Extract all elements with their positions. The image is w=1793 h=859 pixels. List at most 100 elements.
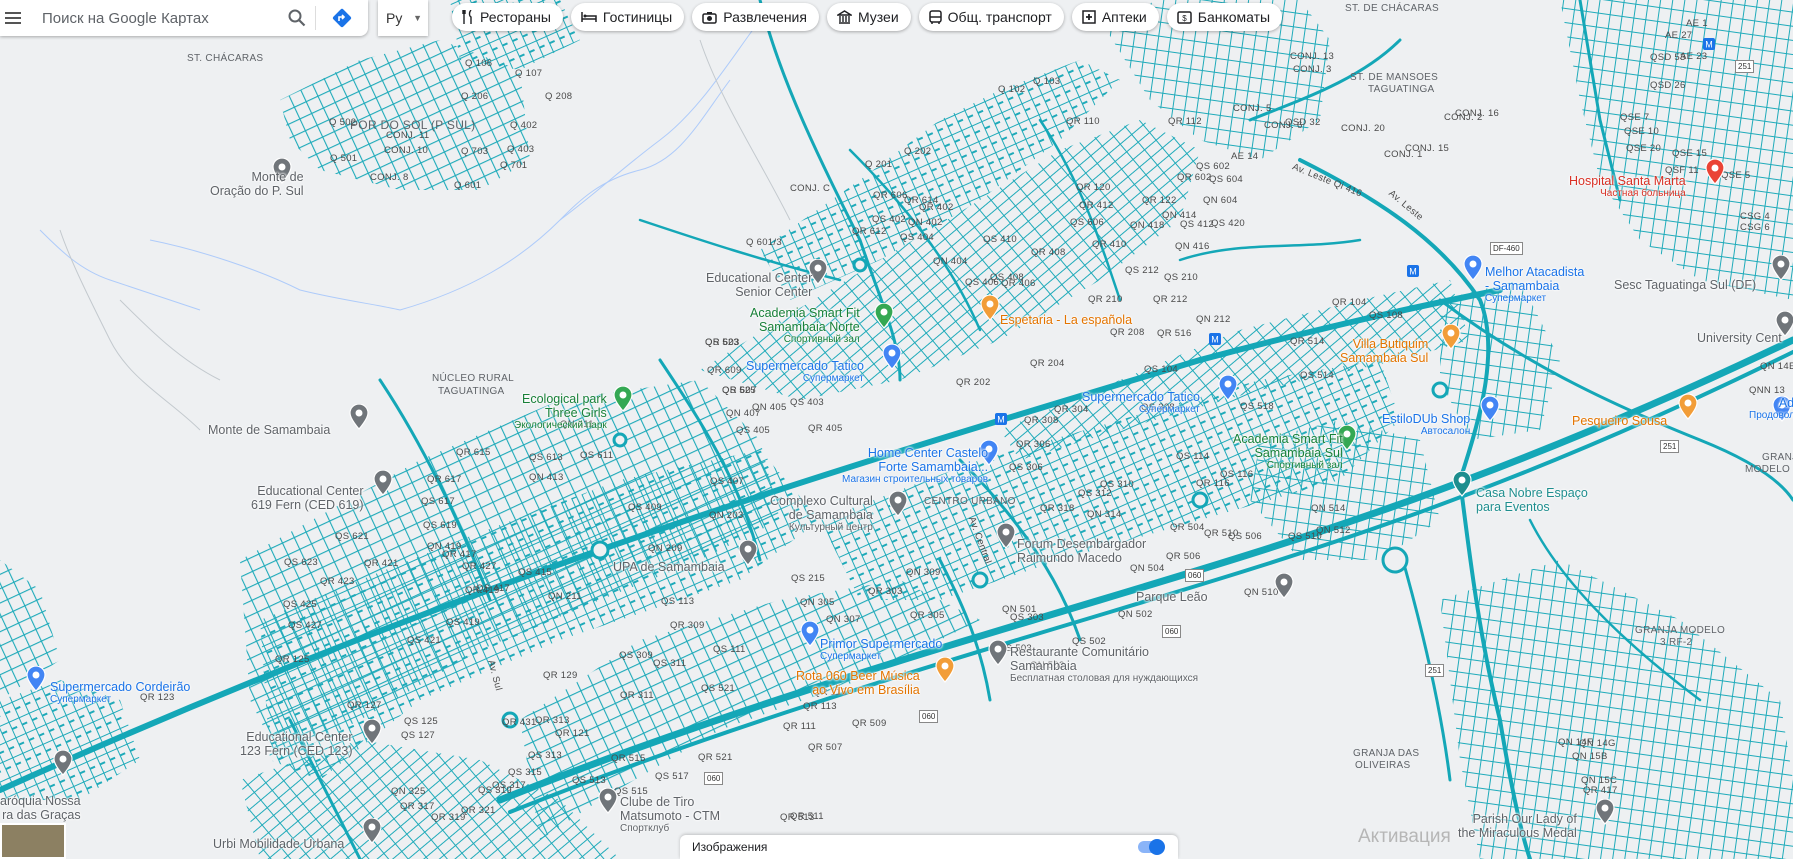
poi-label[interactable]: Villa Butiquim Samambaia Sul: [1340, 337, 1428, 365]
poi-category: Супермаркет: [802, 373, 864, 384]
poi-label[interactable]: Forum Desembargador Raimundo Macedo: [1017, 537, 1146, 565]
poi-label[interactable]: Monte de Samambaia: [208, 423, 330, 437]
place-pin-icon[interactable]: [362, 818, 382, 844]
poi-label[interactable]: Espetaria - La española: [1000, 313, 1132, 327]
road-label: QS 404: [900, 232, 935, 243]
road-label: AE 1: [1686, 18, 1708, 29]
poi-label[interactable]: Home Center Castelo Forte Samambaia... Маг…: [842, 446, 988, 485]
poi-label[interactable]: Clube de Tiro Matsumoto - CTM Спортклуб: [620, 795, 720, 834]
poi-label[interactable]: Monte de Oração do P. Sul: [210, 170, 304, 198]
place-pin-icon[interactable]: [349, 404, 369, 430]
poi-label[interactable]: University Cent: [1697, 331, 1782, 345]
poi-label[interactable]: Sesc Taguatinga Sul (DF): [1614, 278, 1756, 292]
pharmacy-icon: [1082, 10, 1096, 24]
poi-label[interactable]: Academia Smart Fit Samambaia Sul Спортивны…: [1233, 432, 1343, 471]
place-pin-icon[interactable]: [988, 640, 1008, 666]
poi-label[interactable]: UPA de Samambaia: [613, 560, 725, 574]
chip-pharmacies[interactable]: Аптеки: [1071, 3, 1159, 31]
place-pin-icon[interactable]: [882, 344, 902, 370]
place-pin-icon[interactable]: [1274, 573, 1294, 599]
poi-label[interactable]: Rota 060 Beer Música ao Vivo em Brasília: [796, 669, 920, 697]
poi-label[interactable]: Complexo Cultural de Samambaia Культурный …: [770, 494, 873, 533]
road-label: QS 420: [1211, 218, 1246, 229]
place-pin-icon[interactable]: [874, 303, 894, 329]
place-pin-icon[interactable]: [1441, 324, 1461, 350]
road-label: CONJ. 1: [1384, 149, 1423, 160]
area-label: NÚCLEO RURAL: [432, 373, 514, 384]
poi-name-line: EstiloDUb Shop: [1382, 412, 1471, 426]
fork-knife-icon: [462, 10, 472, 24]
poi-label[interactable]: Academia Smart Fit Samambaia Norte Спортив…: [750, 306, 860, 345]
chip-transit[interactable]: Общ. транспорт: [918, 3, 1064, 31]
place-pin-icon[interactable]: [935, 657, 955, 683]
place-pin-icon[interactable]: [888, 491, 908, 517]
road-label: QS 513: [572, 775, 607, 786]
poi-label[interactable]: Supermercado Cordeirão Супермаркет: [50, 680, 190, 705]
road-label: QN 14G: [1579, 738, 1616, 749]
poi-label[interactable]: AdegaПродовольств: [1749, 396, 1793, 421]
road-label: QS 125: [404, 716, 439, 727]
poi-label[interactable]: aróquia Nossa ra das Graças: [0, 794, 81, 822]
place-pin-icon[interactable]: [53, 750, 73, 776]
poi-label[interactable]: EstiloDUb Shop Автосалон: [1382, 412, 1470, 437]
poi-label[interactable]: Supermercado Tatico Супермаркет: [1082, 390, 1200, 415]
place-pin-icon[interactable]: [26, 666, 46, 692]
poi-label[interactable]: Restaurante Comunitário Samambaia Бесплатн…: [1010, 645, 1198, 684]
place-pin-icon[interactable]: [1678, 394, 1698, 420]
poi-label[interactable]: Ecological park Three Girls Экологический …: [514, 392, 607, 431]
metro-icon[interactable]: M: [1209, 333, 1221, 345]
metro-icon[interactable]: M: [995, 413, 1007, 425]
poi-label[interactable]: Urbi Mobilidade Urbana: [213, 837, 344, 851]
road-label: QR 121: [555, 728, 590, 739]
poi-label[interactable]: Parque Leão: [1136, 590, 1208, 604]
poi-label[interactable]: Primor Supermercado Супермаркет: [820, 637, 942, 662]
place-pin-icon[interactable]: [1771, 255, 1791, 281]
place-pin-icon[interactable]: [1595, 799, 1615, 825]
chip-entertainment[interactable]: Развлечения: [692, 3, 819, 31]
metro-icon[interactable]: M: [1407, 265, 1419, 277]
chip-hotels[interactable]: Гостиницы: [570, 3, 685, 31]
place-pin-icon[interactable]: [1480, 396, 1500, 422]
place-pin-icon[interactable]: [373, 470, 393, 496]
place-pin-icon[interactable]: [1452, 471, 1472, 497]
chip-museums[interactable]: Музеи: [826, 3, 911, 31]
imagery-toggle[interactable]: [1138, 839, 1165, 855]
poi-name-line: the Miraculous Medal: [1458, 826, 1577, 840]
place-pin-icon[interactable]: [598, 788, 618, 814]
menu-button[interactable]: [0, 0, 26, 36]
place-pin-icon[interactable]: [996, 523, 1016, 549]
poi-label[interactable]: Melhor Atacadista - Samambaia Супермаркет: [1485, 265, 1584, 304]
svg-text:M: M: [1409, 267, 1417, 277]
poi-name-line: Academia Smart Fit: [1233, 432, 1343, 446]
metro-icon[interactable]: M: [1703, 38, 1715, 50]
poi-label[interactable]: Parish Our Lady of the Miraculous Medal: [1458, 812, 1577, 840]
place-pin-icon[interactable]: [613, 386, 633, 412]
place-pin-icon[interactable]: [800, 621, 820, 647]
place-pin-icon[interactable]: [1463, 255, 1483, 281]
poi-label[interactable]: Educational Center 123 Fern (CED 123): [240, 730, 353, 758]
search-input[interactable]: [40, 8, 279, 28]
chip-restaurants[interactable]: Рестораны: [452, 3, 563, 31]
place-pin-icon[interactable]: [362, 719, 382, 745]
poi-label[interactable]: Supermercado Tatico Супермаркет: [746, 359, 864, 384]
place-pin-icon[interactable]: [1218, 375, 1238, 401]
directions-button[interactable]: [324, 0, 360, 36]
poi-label[interactable]: Educational Center 619 Fern (CED 619): [251, 484, 364, 512]
search-button[interactable]: [279, 0, 315, 36]
road-label: QS 104: [1144, 364, 1179, 375]
road-label: QN 309: [906, 567, 941, 578]
poi-label[interactable]: Educational Center Senior Center: [706, 271, 812, 299]
road-label: QSE 7: [1620, 112, 1650, 123]
poi-label[interactable]: Pesqueiro Sousa: [1572, 414, 1667, 428]
place-pin-icon[interactable]: [738, 540, 758, 566]
place-pin-icon[interactable]: [980, 295, 1000, 321]
road-label: AE 14: [1231, 151, 1259, 162]
hospital-pin-icon[interactable]: [1705, 159, 1725, 185]
language-select[interactable]: Ру ▼: [378, 0, 428, 36]
poi-category: Автосалон: [1420, 426, 1471, 437]
layers-thumbnail[interactable]: [0, 823, 66, 859]
poi-label[interactable]: Hospital Santa Marta Частная больница: [1569, 174, 1686, 199]
poi-label[interactable]: Casa Nobre Espaço para Eventos: [1476, 486, 1588, 514]
chip-atms[interactable]: $ Банкоматы: [1166, 3, 1283, 31]
poi-category: Супермаркет: [50, 694, 112, 705]
